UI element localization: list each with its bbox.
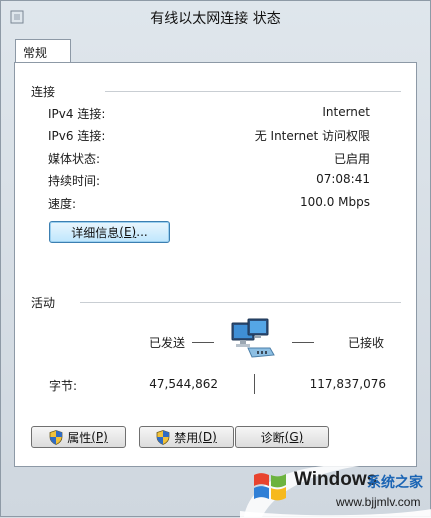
shield-icon <box>156 429 170 445</box>
connection-divider <box>105 91 401 92</box>
tab-general[interactable]: 常规 <box>15 39 71 63</box>
shield-icon <box>49 429 63 445</box>
title-bar[interactable]: 有线以太网连接 状态 <box>1 1 430 33</box>
diagnose-button[interactable]: 诊断 (G) <box>235 426 329 448</box>
received-label: 已接收 <box>348 336 385 350</box>
status-dialog: 有线以太网连接 状态 常规 连接 IPv4 连接: Internet IPv6 … <box>0 0 431 518</box>
disable-button-text: 禁用 <box>174 430 199 445</box>
ipv4-value: Internet <box>322 105 370 119</box>
activity-separator <box>254 374 255 394</box>
activity-divider <box>80 302 401 303</box>
activity-group-label: 活动 <box>31 296 56 310</box>
details-button[interactable]: 详细信息 (E)... <box>49 221 170 243</box>
diagnose-button-text: 诊断 <box>260 430 285 445</box>
media-state-value: 已启用 <box>333 152 370 166</box>
watermark: Windows 系统之家 www.bjjmlv.com <box>240 459 431 518</box>
windows-logo-icon <box>254 473 286 501</box>
bytes-sent-value: 47,544,862 <box>149 377 218 391</box>
ipv6-label: IPv6 连接: <box>48 129 106 143</box>
sent-label: 已发送 <box>149 336 186 350</box>
watermark-url: www.bjjmlv.com <box>336 495 421 509</box>
properties-button-text: 属性 <box>67 430 92 445</box>
ipv4-label: IPv4 连接: <box>48 107 106 121</box>
duration-label: 持续时间: <box>48 174 101 188</box>
properties-button[interactable]: 属性 (P) <box>31 426 126 448</box>
general-panel: 连接 IPv4 连接: Internet IPv6 连接: 无 Internet… <box>14 62 417 467</box>
disable-button-mnemonic: (D) <box>198 430 217 444</box>
received-connector-line <box>292 342 314 343</box>
speed-value: 100.0 Mbps <box>299 195 370 209</box>
sent-connector-line <box>192 342 214 343</box>
watermark-brand: Windows <box>294 469 378 490</box>
bytes-label: 字节: <box>49 379 78 393</box>
window-title: 有线以太网连接 状态 <box>150 11 281 27</box>
details-button-mnemonic: (E) <box>119 225 137 239</box>
disable-button[interactable]: 禁用 (D) <box>139 426 234 448</box>
details-button-text: 详细信息 <box>71 225 120 240</box>
properties-button-mnemonic: (P) <box>91 430 108 444</box>
ipv6-value: 无 Internet 访问权限 <box>254 129 370 143</box>
watermark-tagline: 系统之家 <box>367 475 423 491</box>
speed-label: 速度: <box>48 197 77 211</box>
connection-group-label: 连接 <box>31 85 56 99</box>
diagnose-button-mnemonic: (G) <box>284 430 304 444</box>
media-state-label: 媒体状态: <box>48 152 101 166</box>
network-computers-icon <box>231 318 275 358</box>
bytes-received-value: 117,837,076 <box>309 377 386 391</box>
tab-strip: 常规 <box>11 39 422 63</box>
duration-value: 07:08:41 <box>316 172 370 186</box>
details-button-suffix: ... <box>136 225 148 239</box>
